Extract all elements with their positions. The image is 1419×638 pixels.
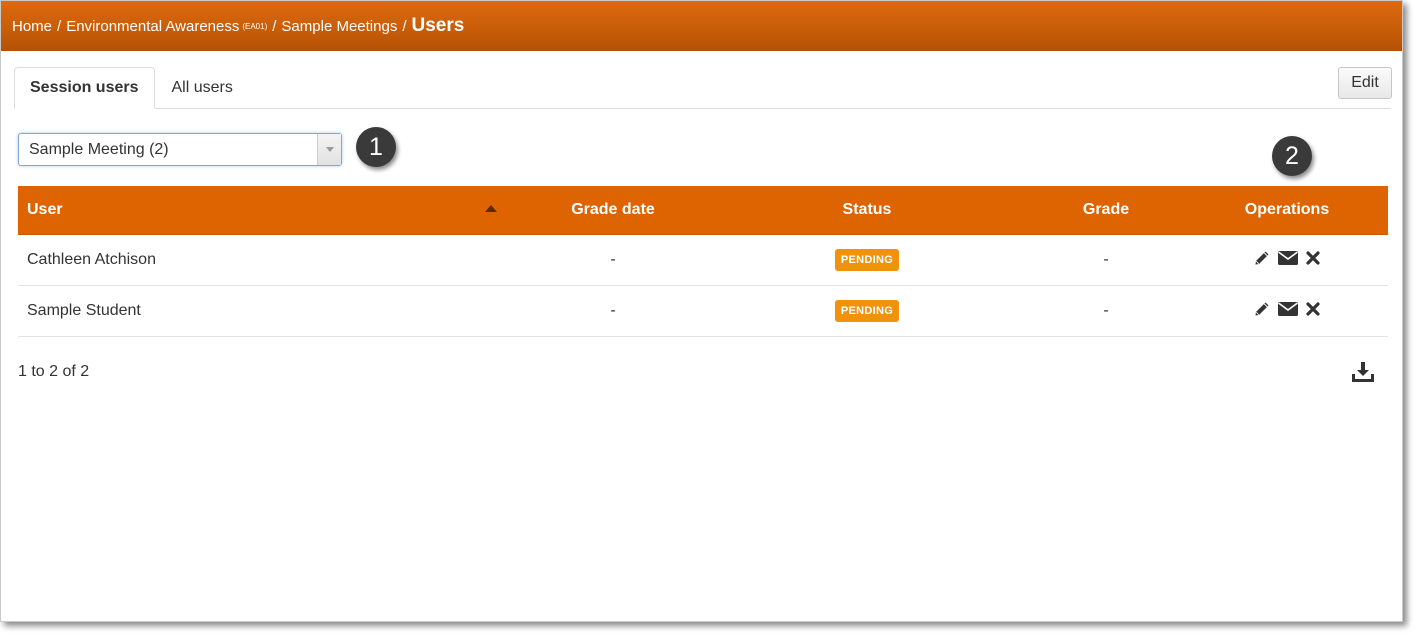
cell-operations [1186, 300, 1388, 323]
envelope-icon[interactable] [1277, 249, 1299, 267]
tab-all-users[interactable]: All users [155, 67, 248, 109]
column-header-grade-date[interactable]: Grade date [518, 201, 708, 219]
pencil-icon[interactable] [1253, 300, 1271, 318]
breadcrumb-separator: / [272, 17, 277, 35]
envelope-icon[interactable] [1277, 300, 1299, 318]
cell-grade: - [1103, 302, 1109, 319]
cell-user: Cathleen Atchison [27, 251, 156, 268]
callout-1: 1 [356, 127, 396, 167]
breadcrumb-home[interactable]: Home [12, 18, 52, 35]
close-icon[interactable] [1305, 301, 1321, 317]
cell-grade: - [1103, 251, 1109, 268]
session-select-value: Sample Meeting (2) [29, 141, 169, 158]
table-row: Cathleen Atchison - PENDING - [18, 235, 1388, 286]
cell-user: Sample Student [27, 302, 141, 319]
breadcrumb: Home / Environmental Awareness (EA01) / … [1, 1, 1402, 51]
breadcrumb-course[interactable]: Environmental Awareness [66, 18, 239, 35]
pagination-summary: 1 to 2 of 2 [18, 363, 90, 380]
callout-2: 2 [1272, 136, 1312, 176]
table-header: User Grade date Status Grade Operations [18, 186, 1388, 235]
pencil-icon[interactable] [1253, 249, 1271, 267]
column-header-operations: Operations [1244, 201, 1330, 218]
column-header-user-label: User [27, 201, 63, 218]
download-icon[interactable] [1351, 361, 1375, 383]
column-header-status[interactable]: Status [708, 201, 1026, 219]
cell-operations [1186, 249, 1388, 272]
cell-grade-date: - [610, 251, 616, 268]
breadcrumb-section[interactable]: Sample Meetings [281, 18, 397, 35]
breadcrumb-separator: / [402, 17, 407, 35]
tab-session-users[interactable]: Session users [14, 67, 155, 109]
session-select[interactable]: Sample Meeting (2) [18, 133, 342, 166]
status-badge: PENDING [834, 300, 900, 322]
column-header-grade[interactable]: Grade [1026, 201, 1186, 219]
cell-status: PENDING [708, 300, 1026, 322]
close-icon[interactable] [1305, 250, 1321, 266]
breadcrumb-course-code: (EA01) [242, 21, 268, 31]
cell-grade-date: - [610, 302, 616, 319]
breadcrumb-separator: / [57, 17, 62, 35]
page-title: Users [411, 15, 465, 36]
table-row: Sample Student - PENDING - [18, 286, 1388, 337]
users-table: User Grade date Status Grade Operations … [18, 186, 1388, 337]
sort-ascending-icon [485, 205, 497, 212]
status-badge: PENDING [834, 249, 900, 271]
chevron-down-icon [325, 147, 334, 152]
column-header-user[interactable]: User [18, 201, 518, 219]
app-window: Home / Environmental Awareness (EA01) / … [0, 0, 1403, 622]
edit-button[interactable]: Edit [1338, 67, 1392, 99]
cell-status: PENDING [708, 249, 1026, 271]
tab-bar: Session users All users [14, 67, 1391, 109]
session-select-toggle[interactable] [317, 134, 341, 165]
